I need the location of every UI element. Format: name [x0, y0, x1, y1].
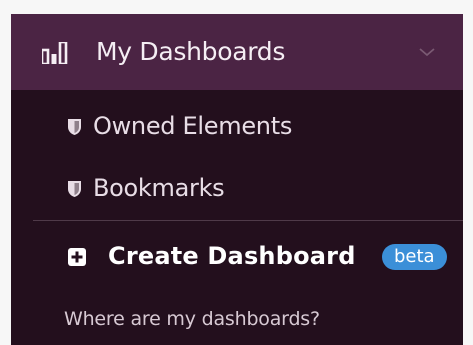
create-dashboard-button[interactable]: Create Dashboard beta [11, 234, 463, 280]
dashboards-menu-panel: My Dashboards Owned Elements Bookmarks C… [11, 14, 463, 345]
plus-square-icon [68, 248, 86, 266]
bar-chart-icon [42, 42, 68, 64]
where-are-my-dashboards-link[interactable]: Where are my dashboards? [64, 306, 320, 332]
shield-icon [68, 181, 81, 197]
owned-elements-label: Owned Elements [93, 112, 293, 140]
menu-item-owned-elements[interactable]: Owned Elements [11, 102, 463, 152]
chevron-down-icon[interactable] [417, 42, 437, 62]
shield-icon [68, 119, 81, 135]
menu-divider [33, 220, 463, 221]
create-dashboard-label: Create Dashboard [108, 242, 356, 270]
beta-badge: beta [382, 244, 447, 270]
bookmarks-label: Bookmarks [93, 174, 225, 202]
page-background: My Dashboards Owned Elements Bookmarks C… [0, 0, 473, 345]
menu-item-bookmarks[interactable]: Bookmarks [11, 164, 463, 214]
my-dashboards-title: My Dashboards [96, 37, 286, 66]
my-dashboards-header[interactable]: My Dashboards [11, 14, 463, 90]
